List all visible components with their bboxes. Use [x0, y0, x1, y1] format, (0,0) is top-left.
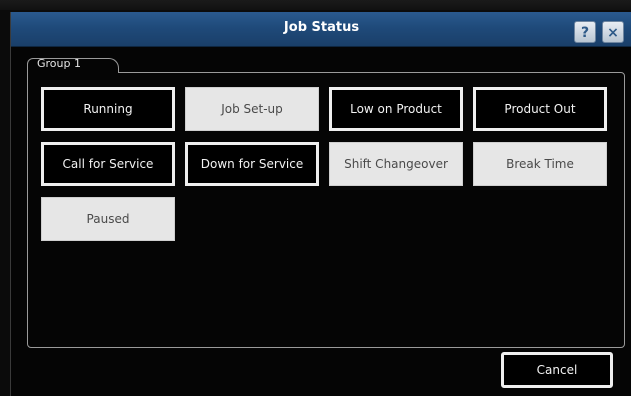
job-status-dialog: Job Status ? × Group 1 Running Job Set-u… — [10, 12, 631, 396]
status-button-shift-changeover[interactable]: Shift Changeover — [329, 142, 463, 186]
top-strip — [0, 0, 631, 10]
dialog-title: Job Status — [283, 20, 360, 35]
status-button-break-time[interactable]: Break Time — [473, 142, 607, 186]
status-button-running[interactable]: Running — [41, 87, 175, 131]
touch-screen: Job Status ? × Group 1 Running Job Set-u… — [0, 0, 631, 396]
status-button-call-for-service[interactable]: Call for Service — [41, 142, 175, 186]
status-button-down-for-service[interactable]: Down for Service — [185, 142, 319, 186]
status-button-product-out[interactable]: Product Out — [473, 87, 607, 131]
cancel-button[interactable]: Cancel — [501, 352, 613, 388]
title-bar: Job Status ? × — [11, 12, 631, 47]
close-button[interactable]: × — [602, 21, 624, 43]
group-tab-label: Group 1 — [37, 57, 81, 70]
help-button[interactable]: ? — [574, 21, 596, 43]
status-button-paused[interactable]: Paused — [41, 197, 175, 241]
status-button-job-set-up[interactable]: Job Set-up — [185, 87, 319, 131]
status-button-low-on-product[interactable]: Low on Product — [329, 87, 463, 131]
